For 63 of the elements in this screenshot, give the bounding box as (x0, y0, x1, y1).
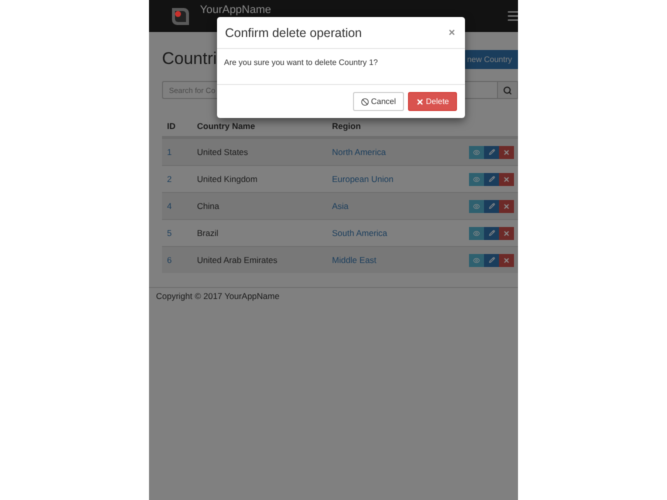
cancel-button[interactable]: Cancel (352, 92, 404, 111)
eye-icon (473, 202, 480, 210)
page-title: Countri (162, 49, 217, 69)
delete-button[interactable] (499, 172, 514, 186)
logo-icon (169, 5, 191, 27)
edit-button[interactable] (484, 200, 499, 212)
close-button[interactable]: × (446, 26, 457, 39)
close-icon (503, 202, 510, 210)
id-link[interactable]: 2 (167, 174, 172, 184)
region-link[interactable]: Middle East (332, 255, 376, 265)
eye-icon (473, 148, 480, 156)
table-cell-text: United States (197, 147, 250, 157)
region-link[interactable]: South America (332, 228, 388, 238)
column-header: ID (167, 121, 176, 131)
delete-button[interactable] (499, 254, 514, 266)
region-link[interactable]: European Union (332, 174, 394, 184)
id-link[interactable]: 1 (167, 147, 172, 157)
view-button[interactable] (469, 172, 484, 186)
id-link[interactable]: 4 (167, 201, 172, 211)
eye-icon (473, 256, 480, 264)
table-cell-text: Brazil (197, 228, 220, 238)
search-button[interactable] (498, 81, 518, 99)
close-icon (503, 256, 510, 264)
pencil-icon (488, 203, 494, 209)
close-icon (503, 230, 510, 236)
delete-button[interactable]: Delete (408, 92, 457, 111)
pencil-icon (488, 230, 494, 236)
close-icon (503, 176, 510, 182)
region-link[interactable]: North America (332, 147, 386, 157)
brand-name[interactable]: YourAppName (200, 4, 272, 16)
delete-button[interactable] (499, 200, 514, 212)
edit-button[interactable] (484, 146, 499, 158)
table-cell-text: United Arab Emirates (197, 255, 278, 265)
copyright-text: Copyright © 2017 YourAppName (156, 291, 280, 301)
eye-icon (473, 230, 480, 236)
table-cell-text: China (197, 201, 220, 211)
table-cell-text: United Kingdom (197, 174, 258, 184)
id-link[interactable]: 5 (167, 228, 172, 238)
cancel-icon (360, 98, 369, 106)
id-link[interactable]: 6 (167, 255, 172, 265)
delete-button[interactable] (499, 226, 514, 240)
region-link[interactable]: Asia (332, 201, 349, 211)
edit-button[interactable] (484, 254, 499, 266)
pencil-icon (488, 149, 494, 155)
menu-icon[interactable] (506, 9, 518, 23)
modal-title: Confirm delete operation (225, 26, 362, 40)
edit-button[interactable] (484, 226, 499, 240)
close-icon (503, 148, 510, 156)
pencil-icon (488, 176, 494, 182)
view-button[interactable] (469, 254, 484, 266)
edit-button[interactable] (484, 172, 499, 186)
modal-message: Are you sure you want to delete Country 1? (224, 58, 378, 68)
delete-button[interactable] (499, 146, 514, 158)
eye-icon (473, 176, 480, 182)
column-header: Region (332, 121, 362, 131)
column-header: Country Name (197, 121, 256, 131)
view-button[interactable] (469, 200, 484, 212)
close-icon (416, 98, 424, 106)
view-button[interactable] (469, 226, 484, 240)
pencil-icon (488, 257, 494, 263)
add-button[interactable]: new Country (464, 50, 518, 68)
search-icon (503, 86, 512, 94)
view-button[interactable] (469, 146, 484, 158)
